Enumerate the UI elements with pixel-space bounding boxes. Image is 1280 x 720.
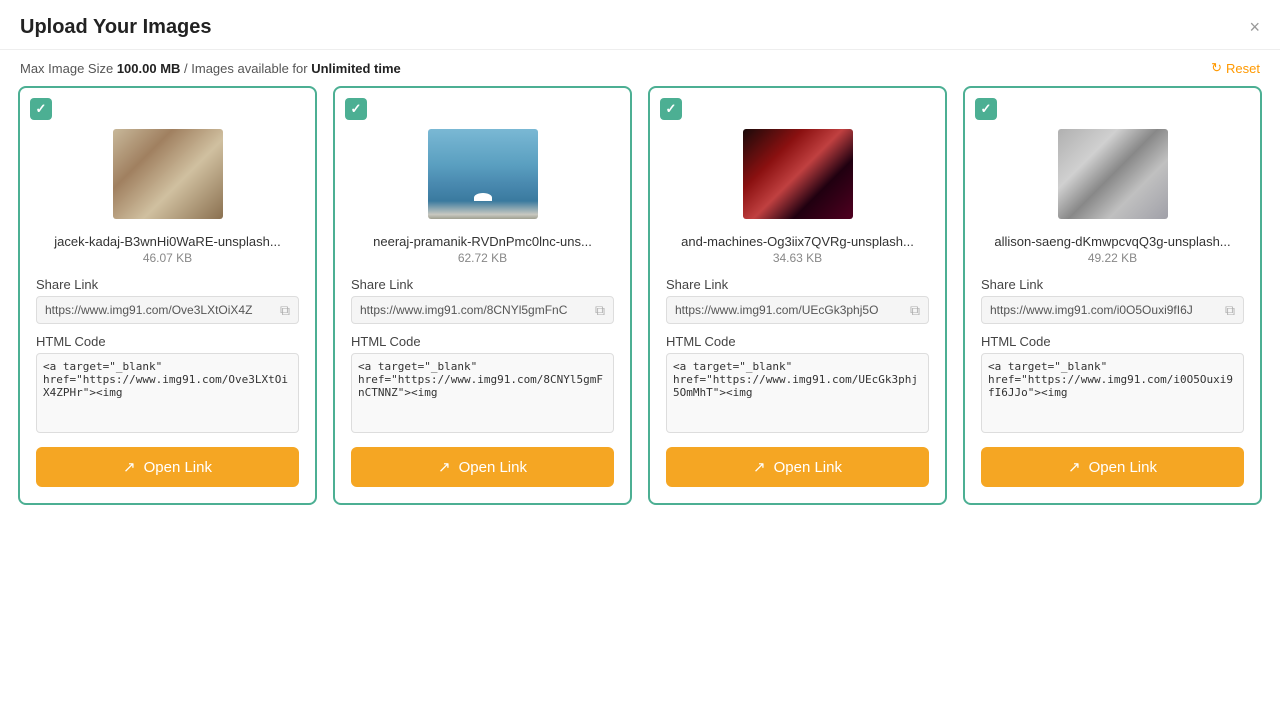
- open-link-label-1: Open Link: [144, 459, 212, 476]
- check-badge-4: ✓: [975, 98, 997, 120]
- open-link-icon-4: ↗: [1068, 458, 1081, 476]
- reset-label: Reset: [1226, 61, 1260, 76]
- html-code-label-1: HTML Code: [36, 334, 106, 349]
- share-link-text-4: https://www.img91.com/i0O5Ouxi9fI6J: [982, 297, 1217, 323]
- open-link-button-3[interactable]: ↗ Open Link: [666, 447, 929, 487]
- card-filesize-1: 46.07 KB: [143, 251, 192, 265]
- share-link-row-3: https://www.img91.com/UEcGk3phj5O ⧉: [666, 296, 929, 324]
- check-badge-3: ✓: [660, 98, 682, 120]
- copy-link-button-4[interactable]: ⧉: [1217, 298, 1243, 323]
- card-1: ✓ jacek-kadaj-B3wnHi0WaRE-unsplash... 46…: [18, 86, 317, 505]
- copy-link-button-1[interactable]: ⧉: [272, 298, 298, 323]
- open-link-button-2[interactable]: ↗ Open Link: [351, 447, 614, 487]
- dialog-header: Upload Your Images ×: [0, 0, 1280, 50]
- reset-button[interactable]: ↻ Reset: [1211, 60, 1260, 76]
- card-filesize-3: 34.63 KB: [773, 251, 822, 265]
- availability: Unlimited time: [311, 61, 401, 76]
- card-4: ✓ allison-saeng-dKmwpcvqQ3g-unsplash... …: [963, 86, 1262, 505]
- check-badge-1: ✓: [30, 98, 52, 120]
- open-link-label-3: Open Link: [774, 459, 842, 476]
- card-filename-4: allison-saeng-dKmwpcvqQ3g-unsplash...: [994, 234, 1230, 249]
- reset-icon: ↻: [1211, 60, 1222, 76]
- check-badge-2: ✓: [345, 98, 367, 120]
- html-code-textarea-1[interactable]: <a target="_blank" href="https://www.img…: [36, 353, 299, 433]
- card-filename-3: and-machines-Og3iix7QVRg-unsplash...: [681, 234, 914, 249]
- image-wrapper-4: [1048, 124, 1178, 224]
- share-link-row-1: https://www.img91.com/Ove3LXtOiX4Z ⧉: [36, 296, 299, 324]
- card-2: ✓ neeraj-pramanik-RVDnPmc0lnc-uns... 62.…: [333, 86, 632, 505]
- share-link-row-2: https://www.img91.com/8CNYl5gmFnC ⧉: [351, 296, 614, 324]
- close-button[interactable]: ×: [1249, 17, 1260, 38]
- share-link-label-4: Share Link: [981, 277, 1043, 292]
- subheader-info: Max Image Size 100.00 MB / Images availa…: [20, 61, 401, 76]
- open-link-icon-1: ↗: [123, 458, 136, 476]
- open-link-button-4[interactable]: ↗ Open Link: [981, 447, 1244, 487]
- share-link-text-3: https://www.img91.com/UEcGk3phj5O: [667, 297, 902, 323]
- html-code-textarea-2[interactable]: <a target="_blank" href="https://www.img…: [351, 353, 614, 433]
- image-wrapper-1: [103, 124, 233, 224]
- card-filesize-2: 62.72 KB: [458, 251, 507, 265]
- cards-container: ✓ jacek-kadaj-B3wnHi0WaRE-unsplash... 46…: [0, 86, 1280, 505]
- image-wrapper-3: [733, 124, 863, 224]
- open-link-label-4: Open Link: [1089, 459, 1157, 476]
- share-link-text-2: https://www.img91.com/8CNYl5gmFnC: [352, 297, 587, 323]
- image-wrapper-2: [418, 124, 548, 224]
- open-link-button-1[interactable]: ↗ Open Link: [36, 447, 299, 487]
- html-code-label-3: HTML Code: [666, 334, 736, 349]
- share-link-label-2: Share Link: [351, 277, 413, 292]
- card-image-4: [1058, 129, 1168, 219]
- html-code-textarea-3[interactable]: <a target="_blank" href="https://www.img…: [666, 353, 929, 433]
- subheader: Max Image Size 100.00 MB / Images availa…: [0, 50, 1280, 86]
- copy-link-button-2[interactable]: ⧉: [587, 298, 613, 323]
- card-filename-1: jacek-kadaj-B3wnHi0WaRE-unsplash...: [54, 234, 280, 249]
- open-link-icon-2: ↗: [438, 458, 451, 476]
- share-link-label-3: Share Link: [666, 277, 728, 292]
- share-link-text-1: https://www.img91.com/Ove3LXtOiX4Z: [37, 297, 272, 323]
- html-code-label-4: HTML Code: [981, 334, 1051, 349]
- subheader-middle: / Images available for: [180, 61, 311, 76]
- subheader-prefix: Max Image Size: [20, 61, 117, 76]
- share-link-row-4: https://www.img91.com/i0O5Ouxi9fI6J ⧉: [981, 296, 1244, 324]
- card-filename-2: neeraj-pramanik-RVDnPmc0lnc-uns...: [373, 234, 592, 249]
- card-image-3: [743, 129, 853, 219]
- max-size: 100.00 MB: [117, 61, 181, 76]
- share-link-label-1: Share Link: [36, 277, 98, 292]
- card-filesize-4: 49.22 KB: [1088, 251, 1137, 265]
- card-3: ✓ and-machines-Og3iix7QVRg-unsplash... 3…: [648, 86, 947, 505]
- open-link-label-2: Open Link: [459, 459, 527, 476]
- html-code-textarea-4[interactable]: <a target="_blank" href="https://www.img…: [981, 353, 1244, 433]
- card-image-1: [113, 129, 223, 219]
- page-title: Upload Your Images: [20, 16, 212, 39]
- html-code-label-2: HTML Code: [351, 334, 421, 349]
- copy-link-button-3[interactable]: ⧉: [902, 298, 928, 323]
- card-image-2: [428, 129, 538, 219]
- open-link-icon-3: ↗: [753, 458, 766, 476]
